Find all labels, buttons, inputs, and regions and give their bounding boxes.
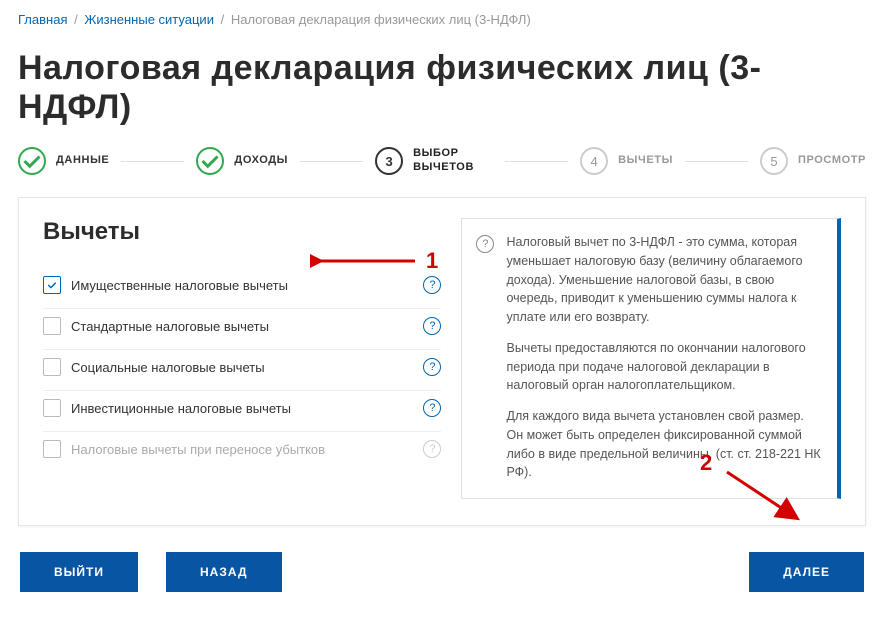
help-icon[interactable]: ? [423,276,441,294]
info-p1: Налоговый вычет по 3-НДФЛ - это сумма, к… [506,233,821,327]
info-p3: Для каждого вида вычета установлен свой … [506,407,821,482]
next-button[interactable]: ДАЛЕЕ [749,552,864,592]
checkbox-unchecked-icon[interactable] [43,317,61,335]
step-1[interactable]: ДАННЫЕ [18,147,109,175]
info-icon: ? [476,235,494,253]
step-4[interactable]: 4 ВЫЧЕТЫ [580,147,673,175]
deduction-standard[interactable]: Стандартные налоговые вычеты ? [43,309,441,350]
exit-button[interactable]: ВЫЙТИ [20,552,138,592]
deduction-social-label: Социальные налоговые вычеты [71,360,413,375]
step-4-num: 4 [580,147,608,175]
content-card: Вычеты Имущественные налоговые вычеты ? … [18,197,866,526]
check-icon [196,147,224,175]
checkbox-unchecked-icon[interactable] [43,440,61,458]
deduction-loss-carry-label: Налоговые вычеты при переносе убытков [71,442,413,457]
checkbox-unchecked-icon[interactable] [43,358,61,376]
step-3-num: 3 [375,147,403,175]
back-button[interactable]: НАЗАД [166,552,282,592]
checkbox-unchecked-icon[interactable] [43,399,61,417]
step-1-label: ДАННЫЕ [56,154,109,168]
stepper: ДАННЫЕ ДОХОДЫ 3 ВЫБОР ВЫЧЕТОВ 4 ВЫЧЕТЫ 5… [18,147,866,175]
step-4-label: ВЫЧЕТЫ [618,154,673,168]
deduction-property[interactable]: Имущественные налоговые вычеты ? [43,268,441,309]
info-p2: Вычеты предоставляются по окончании нало… [506,339,821,395]
step-5-num: 5 [760,147,788,175]
breadcrumb: Главная / Жизненные ситуации / Налоговая… [18,12,866,27]
check-icon [18,147,46,175]
button-row: ВЫЙТИ НАЗАД ДАЛЕЕ [18,552,866,592]
deduction-investment[interactable]: Инвестиционные налоговые вычеты ? [43,391,441,432]
step-5[interactable]: 5 ПРОСМОТР [760,147,866,175]
help-icon[interactable]: ? [423,399,441,417]
breadcrumb-situations[interactable]: Жизненные ситуации [84,12,214,27]
deduction-loss-carry[interactable]: Налоговые вычеты при переносе убытков ? [43,432,441,472]
section-title: Вычеты [43,218,441,246]
breadcrumb-current: Налоговая декларация физических лиц (3-Н… [231,12,531,27]
info-box: ? Налоговый вычет по 3-НДФЛ - это сумма,… [461,218,841,499]
help-icon[interactable]: ? [423,358,441,376]
deduction-investment-label: Инвестиционные налоговые вычеты [71,401,413,416]
step-2-label: ДОХОДЫ [234,154,288,168]
step-5-label: ПРОСМОТР [798,154,866,168]
page-title: Налоговая декларация физических лиц (3-Н… [18,49,866,127]
deduction-social[interactable]: Социальные налоговые вычеты ? [43,350,441,391]
deduction-property-label: Имущественные налоговые вычеты [71,278,413,293]
help-icon[interactable]: ? [423,317,441,335]
help-icon[interactable]: ? [423,440,441,458]
deduction-standard-label: Стандартные налоговые вычеты [71,319,413,334]
info-text: Налоговый вычет по 3-НДФЛ - это сумма, к… [506,233,821,482]
checkbox-checked-icon[interactable] [43,276,61,294]
step-3-label: ВЫБОР ВЫЧЕТОВ [413,147,493,175]
step-3[interactable]: 3 ВЫБОР ВЫЧЕТОВ [375,147,493,175]
step-2[interactable]: ДОХОДЫ [196,147,288,175]
breadcrumb-home[interactable]: Главная [18,12,67,27]
